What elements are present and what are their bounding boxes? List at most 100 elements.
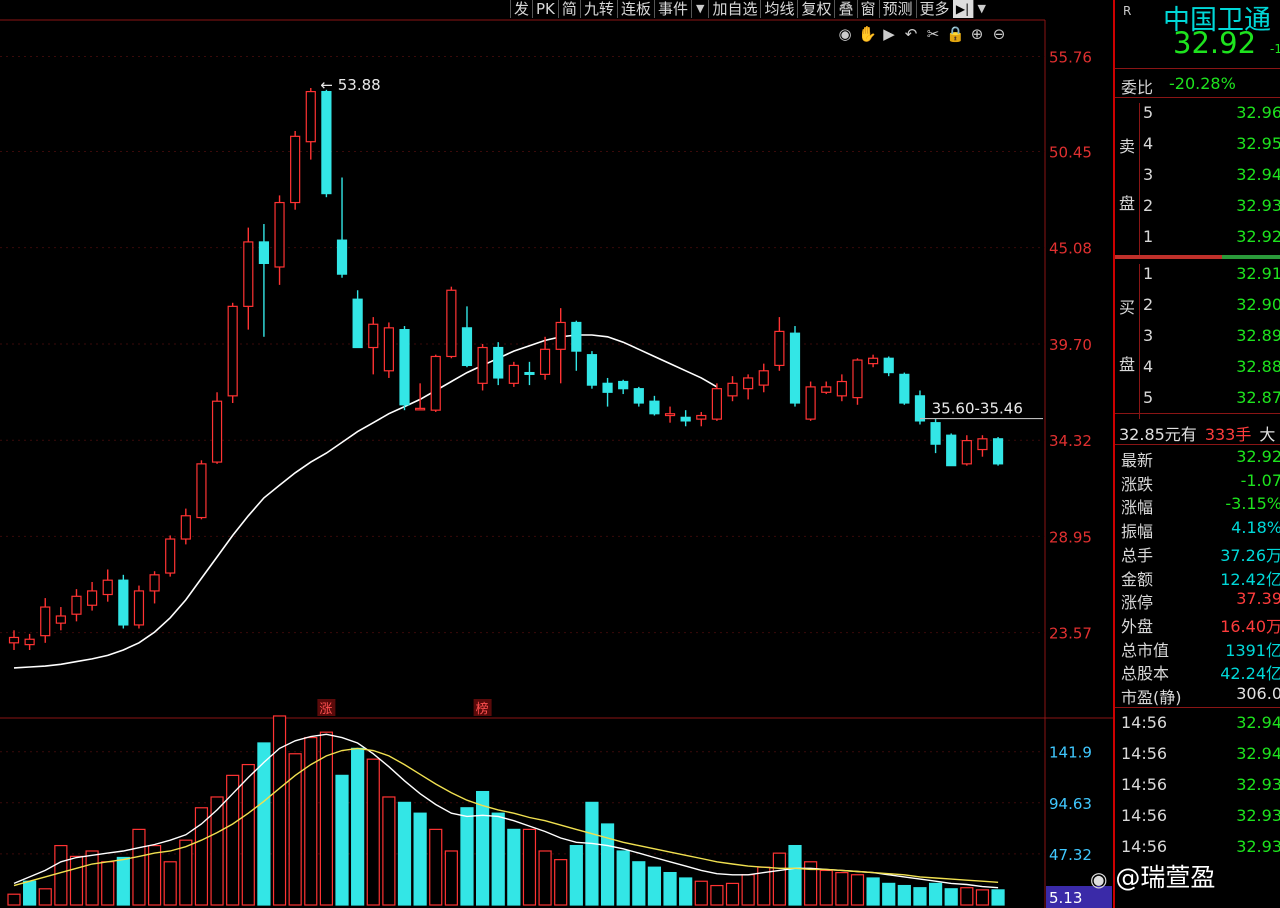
volume-bar[interactable] xyxy=(554,859,568,906)
candle[interactable] xyxy=(508,361,519,387)
volume-bar[interactable] xyxy=(163,861,177,906)
candle[interactable] xyxy=(493,342,504,386)
volume-bar[interactable] xyxy=(882,882,896,906)
volume-bar[interactable] xyxy=(116,856,130,906)
play-icon[interactable]: ▶ xyxy=(880,25,898,43)
buys-level-row[interactable]: 5 32.87 xyxy=(1143,388,1280,407)
scissors-icon[interactable]: ✂ xyxy=(924,25,942,43)
candle[interactable] xyxy=(961,435,972,466)
volume-bar[interactable] xyxy=(335,774,349,906)
toolbar-item-8[interactable]: 均线 xyxy=(760,0,797,18)
volume-bar[interactable] xyxy=(7,893,21,906)
toolbar-item-0[interactable]: 发 xyxy=(510,0,532,18)
candle[interactable] xyxy=(930,419,941,454)
volume-bar[interactable] xyxy=(647,866,662,906)
candle[interactable] xyxy=(149,571,160,604)
candle[interactable] xyxy=(914,390,926,425)
candle[interactable] xyxy=(352,290,363,349)
toolbar-item-4[interactable]: 连板 xyxy=(616,0,654,18)
volume-bar[interactable] xyxy=(241,763,255,906)
candle[interactable] xyxy=(165,535,176,577)
volume-bar[interactable] xyxy=(710,884,724,906)
buys-level-row[interactable]: 2 32.90 xyxy=(1143,295,1280,314)
candle[interactable] xyxy=(789,326,801,407)
candle[interactable] xyxy=(430,354,441,412)
volume-bar[interactable] xyxy=(522,828,537,906)
sells-level-row[interactable]: 4 32.95 xyxy=(1143,134,1280,153)
volume-bar[interactable] xyxy=(429,828,443,906)
candle[interactable] xyxy=(446,286,457,359)
volume-bar[interactable] xyxy=(476,790,490,906)
toolbar-item-10[interactable]: 叠 xyxy=(834,0,856,18)
candle[interactable] xyxy=(274,195,285,285)
candle[interactable] xyxy=(774,317,785,371)
candle[interactable] xyxy=(946,433,957,467)
candle[interactable] xyxy=(383,322,394,378)
candle[interactable] xyxy=(524,361,535,386)
candle[interactable] xyxy=(290,130,301,210)
volume-bar[interactable] xyxy=(351,747,365,906)
volume-bar[interactable] xyxy=(85,850,99,906)
candle[interactable] xyxy=(102,569,113,602)
volume-bar[interactable] xyxy=(54,844,68,906)
zoom-in-icon[interactable]: ⊕ xyxy=(968,25,986,43)
volume-bar[interactable] xyxy=(975,889,990,906)
volume-bar[interactable] xyxy=(413,812,427,906)
volume-bar[interactable] xyxy=(179,839,193,906)
candle[interactable] xyxy=(680,410,691,427)
volume-bar[interactable] xyxy=(23,880,37,906)
candle[interactable] xyxy=(336,177,348,278)
volume-bar[interactable] xyxy=(616,850,630,906)
candle[interactable] xyxy=(258,224,270,337)
toolbar-item-12[interactable]: 预测 xyxy=(878,0,916,18)
toolbar-item-11[interactable]: 窗 xyxy=(856,0,879,18)
candle[interactable] xyxy=(836,374,847,402)
candle[interactable] xyxy=(86,581,98,611)
toolbar-item-5[interactable]: 事件 xyxy=(653,0,691,18)
volume-bar[interactable] xyxy=(788,844,802,906)
volume-bar[interactable] xyxy=(835,871,849,906)
volume-bar[interactable] xyxy=(585,801,599,906)
candle[interactable] xyxy=(461,306,473,368)
candle[interactable] xyxy=(758,363,769,393)
volume-bar[interactable] xyxy=(538,850,552,906)
candle[interactable] xyxy=(805,381,816,421)
volume-bar[interactable] xyxy=(101,861,115,906)
volume-bar[interactable] xyxy=(944,888,958,906)
candle[interactable] xyxy=(696,411,707,427)
toolbar-item-6[interactable]: ▼ xyxy=(690,0,708,18)
volume-bar[interactable] xyxy=(819,869,833,906)
lock-icon[interactable]: 🔒 xyxy=(946,25,965,43)
candle[interactable] xyxy=(71,589,82,622)
candle[interactable] xyxy=(727,376,738,402)
candle[interactable] xyxy=(664,406,676,423)
candle[interactable] xyxy=(211,392,223,464)
candle[interactable] xyxy=(586,351,598,389)
volume-bar[interactable] xyxy=(460,807,474,906)
candle[interactable] xyxy=(196,460,207,520)
volume-bar[interactable] xyxy=(569,844,583,906)
volume-bar[interactable] xyxy=(69,855,84,906)
candle[interactable] xyxy=(618,379,629,395)
candle[interactable] xyxy=(321,89,332,198)
toolbar-item-2[interactable]: 简 xyxy=(557,0,580,18)
candle[interactable] xyxy=(711,383,723,421)
volume-bar[interactable] xyxy=(272,715,287,906)
toolbar-item-1[interactable]: PK xyxy=(532,0,558,18)
candle[interactable] xyxy=(180,508,191,545)
toolbar-item-3[interactable]: 九转 xyxy=(579,0,617,18)
hand-icon[interactable]: ✋ xyxy=(858,25,877,43)
candle[interactable] xyxy=(649,395,660,416)
candle[interactable] xyxy=(305,88,316,160)
volume-bar[interactable] xyxy=(897,884,911,906)
candle[interactable] xyxy=(571,320,582,371)
candle[interactable] xyxy=(40,598,51,643)
chart-area[interactable]: 55.76 50.45 45.08 39.70 34.32 28.95 23.57 ← 53.… xyxy=(0,0,1113,908)
event-marker[interactable]: 涨 xyxy=(319,702,332,717)
undo-icon[interactable]: ↶ xyxy=(902,25,920,43)
candle[interactable] xyxy=(55,607,66,631)
candle[interactable] xyxy=(977,435,988,457)
buys-level-row[interactable]: 3 32.89 xyxy=(1143,326,1280,345)
volume-bar[interactable] xyxy=(679,877,693,906)
candle[interactable] xyxy=(133,585,145,629)
